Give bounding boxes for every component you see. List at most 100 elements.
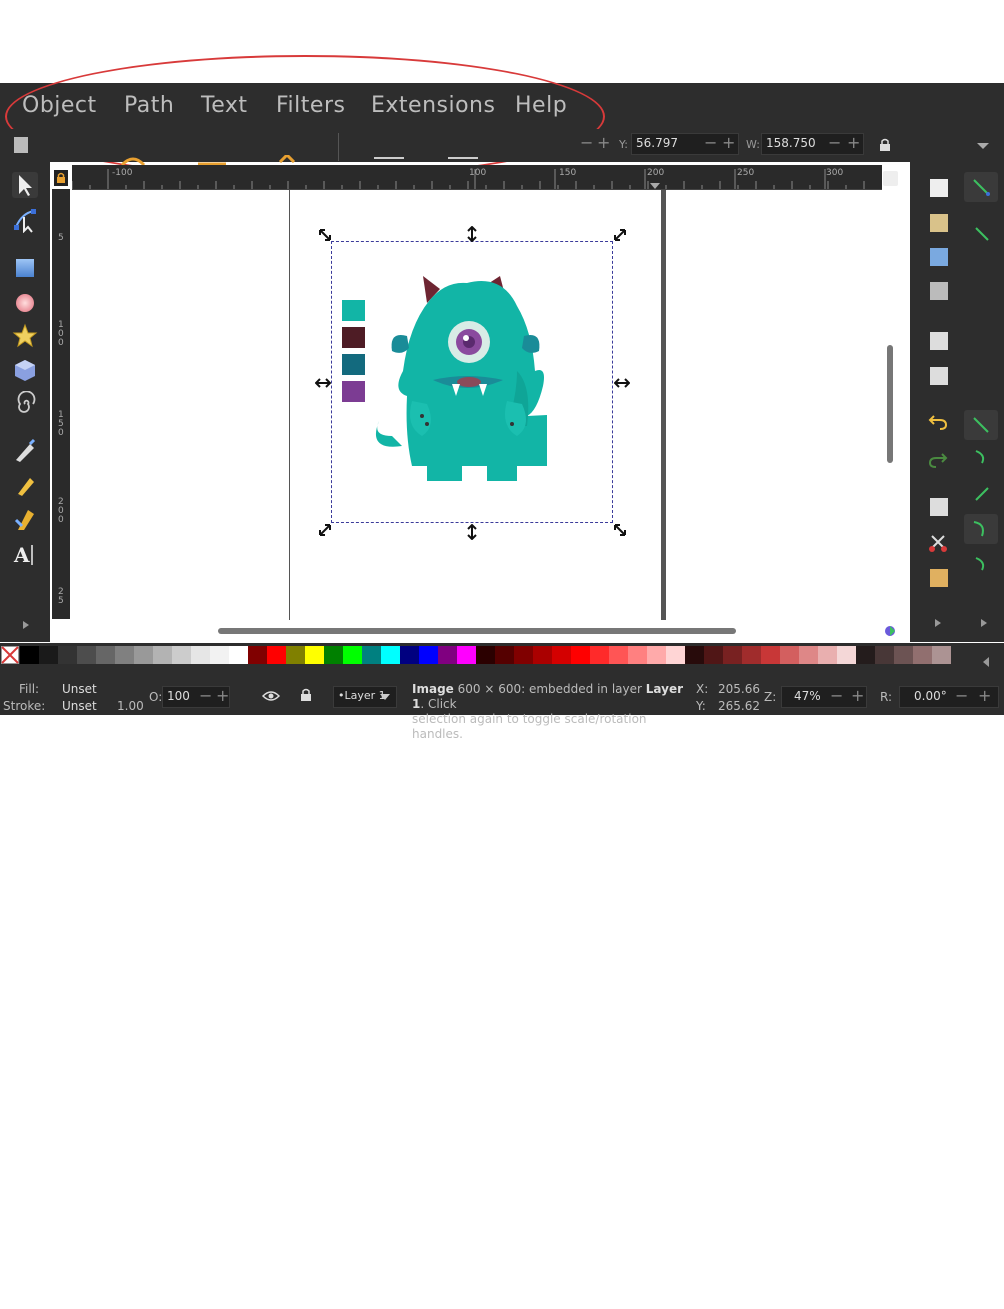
palette-swatch[interactable] xyxy=(191,646,210,664)
menu-filters[interactable]: Filters xyxy=(276,93,345,118)
print-icon[interactable] xyxy=(930,282,948,300)
duplicate-icon[interactable] xyxy=(930,498,948,516)
menu-text[interactable]: Text xyxy=(201,93,248,118)
scale-handle-sw[interactable] xyxy=(318,523,332,537)
palette-swatch[interactable] xyxy=(495,646,514,664)
menu-object[interactable]: Object xyxy=(22,93,97,118)
spiral-tool[interactable] xyxy=(12,390,38,417)
palette-swatch[interactable] xyxy=(514,646,533,664)
palette-swatch[interactable] xyxy=(533,646,552,664)
palette-swatch[interactable] xyxy=(685,646,704,664)
palette-swatch[interactable] xyxy=(400,646,419,664)
opacity-field[interactable]: 100 − + xyxy=(162,686,230,708)
snap-path-icon[interactable] xyxy=(972,447,992,467)
redo-icon[interactable] xyxy=(928,452,948,468)
palette-swatch[interactable] xyxy=(799,646,818,664)
palette-swatch[interactable] xyxy=(628,646,647,664)
node-tool[interactable] xyxy=(12,207,38,234)
palette-swatch[interactable] xyxy=(343,646,362,664)
menu-path[interactable]: Path xyxy=(124,93,174,118)
palette-swatch[interactable] xyxy=(761,646,780,664)
scale-handle-ne[interactable] xyxy=(613,228,627,242)
export-icon[interactable] xyxy=(930,367,948,385)
w-increment[interactable]: + xyxy=(847,133,860,152)
palette-swatch[interactable] xyxy=(666,646,685,664)
paste-icon[interactable] xyxy=(930,569,948,587)
snap-toggle[interactable] xyxy=(964,172,998,202)
horizontal-scrollbar[interactable] xyxy=(218,628,736,634)
scale-handle-s[interactable] xyxy=(465,524,479,540)
scale-handle-n[interactable] xyxy=(465,226,479,242)
palette-swatch[interactable] xyxy=(457,646,476,664)
snap-bbox-icon[interactable] xyxy=(972,224,992,244)
snap-intersection-icon[interactable] xyxy=(972,484,992,504)
opacity-decrement[interactable]: − xyxy=(199,686,212,705)
palette-swatch[interactable] xyxy=(780,646,799,664)
palette-swatch[interactable] xyxy=(742,646,761,664)
palette-swatch[interactable] xyxy=(210,646,229,664)
palette-swatch[interactable] xyxy=(229,646,248,664)
palette-swatch[interactable] xyxy=(438,646,457,664)
palette-swatch[interactable] xyxy=(324,646,343,664)
layer-dropdown[interactable]: •Layer 1 xyxy=(333,686,397,708)
canvas[interactable] xyxy=(71,190,882,620)
palette-swatch[interactable] xyxy=(894,646,913,664)
raise-to-top-icon[interactable] xyxy=(374,157,404,159)
expand-arrow-icon[interactable] xyxy=(980,618,988,628)
palette-swatch[interactable] xyxy=(571,646,590,664)
vertical-scrollbar[interactable] xyxy=(887,345,893,463)
import-icon[interactable] xyxy=(930,332,948,350)
palette-swatch[interactable] xyxy=(419,646,438,664)
snap-center-toggle[interactable] xyxy=(964,514,998,544)
raise-icon[interactable] xyxy=(448,157,478,159)
new-document-icon[interactable] xyxy=(930,179,948,197)
palette-swatch[interactable] xyxy=(723,646,742,664)
palette-swatch[interactable] xyxy=(58,646,77,664)
3dbox-tool[interactable] xyxy=(12,357,38,383)
x-increment[interactable]: + xyxy=(597,133,610,152)
rectangle-tool[interactable] xyxy=(12,255,38,281)
y-increment[interactable]: + xyxy=(722,133,735,152)
palette-swatch[interactable] xyxy=(913,646,932,664)
palette-menu-icon[interactable] xyxy=(982,656,990,668)
open-folder-icon[interactable] xyxy=(930,214,948,232)
ellipse-tool[interactable] xyxy=(12,290,38,316)
x-decrement[interactable]: − xyxy=(580,133,593,152)
lock-layer-icon[interactable] xyxy=(300,688,312,702)
no-paint-swatch[interactable] xyxy=(1,646,19,664)
palette-swatch[interactable] xyxy=(837,646,856,664)
stroke-value[interactable]: Unset xyxy=(62,699,97,713)
y-decrement[interactable]: − xyxy=(704,133,717,152)
palette-swatch[interactable] xyxy=(609,646,628,664)
calligraphy-tool[interactable] xyxy=(12,506,38,532)
palette-swatch[interactable] xyxy=(134,646,153,664)
scale-handle-se[interactable] xyxy=(613,523,627,537)
palette-swatch[interactable] xyxy=(590,646,609,664)
chevron-down-icon[interactable] xyxy=(976,142,990,150)
palette-swatch[interactable] xyxy=(818,646,837,664)
pen-tool[interactable] xyxy=(12,438,38,464)
cut-icon[interactable] xyxy=(928,534,948,552)
palette-swatch[interactable] xyxy=(305,646,324,664)
snap-midpoint-icon[interactable] xyxy=(972,554,992,574)
save-icon[interactable] xyxy=(930,248,948,266)
undo-icon[interactable] xyxy=(928,414,948,430)
palette-swatch[interactable] xyxy=(115,646,134,664)
palette-swatch[interactable] xyxy=(20,646,39,664)
palette-swatch[interactable] xyxy=(856,646,875,664)
palette-swatch[interactable] xyxy=(267,646,286,664)
palette-swatch[interactable] xyxy=(932,646,951,664)
palette-swatch[interactable] xyxy=(362,646,381,664)
rotation-increment[interactable]: + xyxy=(978,686,991,705)
palette-swatch[interactable] xyxy=(875,646,894,664)
color-manage-icon[interactable] xyxy=(884,625,896,637)
scale-handle-w[interactable] xyxy=(315,376,331,390)
zoom-corner-icon[interactable] xyxy=(883,171,898,186)
palette-swatch[interactable] xyxy=(552,646,571,664)
scale-handle-e[interactable] xyxy=(614,376,630,390)
w-field[interactable]: 158.750 − + xyxy=(761,133,864,155)
palette-swatch[interactable] xyxy=(77,646,96,664)
w-decrement[interactable]: − xyxy=(828,133,841,152)
lock-icon[interactable] xyxy=(879,138,891,152)
zoom-out[interactable]: − xyxy=(830,686,843,705)
